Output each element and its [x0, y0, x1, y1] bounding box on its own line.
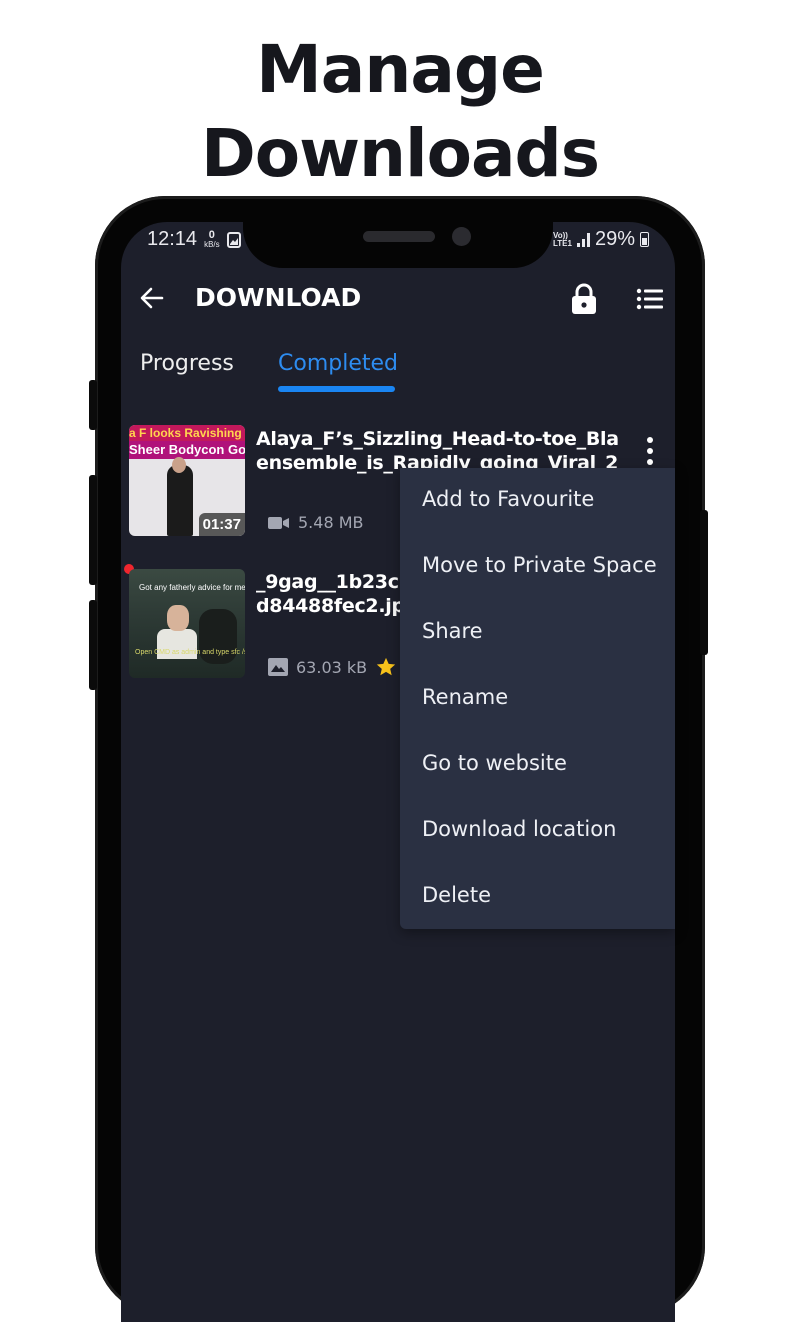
promo-headline: Manage Downloads	[0, 28, 800, 196]
status-time: 12:14	[147, 228, 198, 250]
thumbnail-caption: Sheer Bodycon Gown	[129, 441, 245, 459]
headline-line-2: Downloads	[200, 115, 600, 192]
image-thumbnail[interactable]: Got any fatherly advice for me? Open CMD…	[129, 569, 245, 678]
download-title[interactable]: _9gag__1b23cb5 d84488fec2.jpg	[256, 570, 404, 618]
context-menu: Add to Favourite Move to Private Space S…	[400, 468, 675, 929]
menu-item-add-to-favourite[interactable]: Add to Favourite	[422, 487, 594, 511]
net-speed-unit: kB/s	[204, 240, 220, 249]
file-size: 5.48 MB	[298, 513, 364, 532]
download-meta: 5.48 MB	[268, 513, 364, 532]
phone-side-button	[89, 380, 97, 430]
menu-item-go-to-website[interactable]: Go to website	[422, 751, 567, 775]
tab-progress[interactable]: Progress	[140, 351, 234, 376]
download-title-line: d84488fec2.jpg	[256, 595, 404, 617]
front-camera	[452, 227, 471, 246]
kebab-dot	[647, 448, 653, 454]
volte-indicator: Vo)) LTE1	[553, 231, 572, 248]
tab-completed[interactable]: Completed	[278, 351, 398, 376]
private-space-button[interactable]	[570, 283, 598, 315]
phone-power-button	[700, 510, 708, 655]
thumbnail-figure	[167, 465, 193, 536]
kebab-dot	[647, 459, 653, 465]
signal-icon	[576, 232, 590, 247]
arrow-left-icon	[140, 287, 164, 309]
download-title-line: Alaya_F’s_Sizzling_Head-to-toe_Black_	[256, 428, 618, 450]
active-tab-indicator	[278, 386, 395, 392]
star-icon[interactable]	[375, 656, 397, 678]
thumbnail-figure-head	[167, 605, 189, 631]
thumbnail-caption: a F looks Ravishing	[129, 425, 245, 441]
phone-volume-button	[89, 475, 97, 585]
lte-label: LTE1	[553, 238, 572, 248]
more-options-button[interactable]	[640, 437, 660, 465]
menu-item-download-location[interactable]: Download location	[422, 817, 616, 841]
status-bar-left: 12:14 0 kB/s	[147, 228, 241, 251]
list-icon	[636, 288, 663, 310]
lock-icon	[572, 283, 596, 314]
menu-item-move-to-private-space[interactable]: Move to Private Space	[422, 553, 657, 577]
kebab-dot	[647, 437, 653, 443]
thumbnail-caption: Got any fatherly advice for me?	[139, 583, 245, 592]
menu-item-delete[interactable]: Delete	[422, 883, 491, 907]
video-icon	[268, 516, 289, 529]
headline-line-1: Manage	[256, 31, 545, 108]
video-thumbnail[interactable]: a F looks Ravishing Sheer Bodycon Gown 0…	[129, 425, 245, 536]
download-title-line: _9gag__1b23cb5	[256, 571, 404, 593]
image-icon	[268, 658, 288, 676]
gallery-notification-icon	[226, 231, 241, 248]
phone-volume-button	[89, 600, 97, 690]
menu-item-rename[interactable]: Rename	[422, 685, 508, 709]
phone-speaker	[363, 231, 435, 242]
battery-icon	[640, 232, 649, 247]
page-title: DOWNLOAD	[195, 283, 362, 312]
net-speed: 0 kB/s	[204, 230, 220, 249]
file-size: 63.03 kB	[296, 657, 368, 677]
back-button[interactable]	[138, 284, 166, 312]
video-duration: 01:37	[198, 513, 245, 536]
list-view-button[interactable]	[636, 287, 664, 311]
download-meta: 63.03 kB	[268, 656, 397, 678]
status-bar-right: Vo)) LTE1 29%	[553, 228, 649, 251]
thumbnail-caption: Open CMD as admin and type sfc /scannow	[135, 649, 245, 656]
thumbnail-figure-head	[172, 457, 186, 473]
menu-item-share[interactable]: Share	[422, 619, 483, 643]
battery-percent: 29%	[594, 228, 635, 250]
